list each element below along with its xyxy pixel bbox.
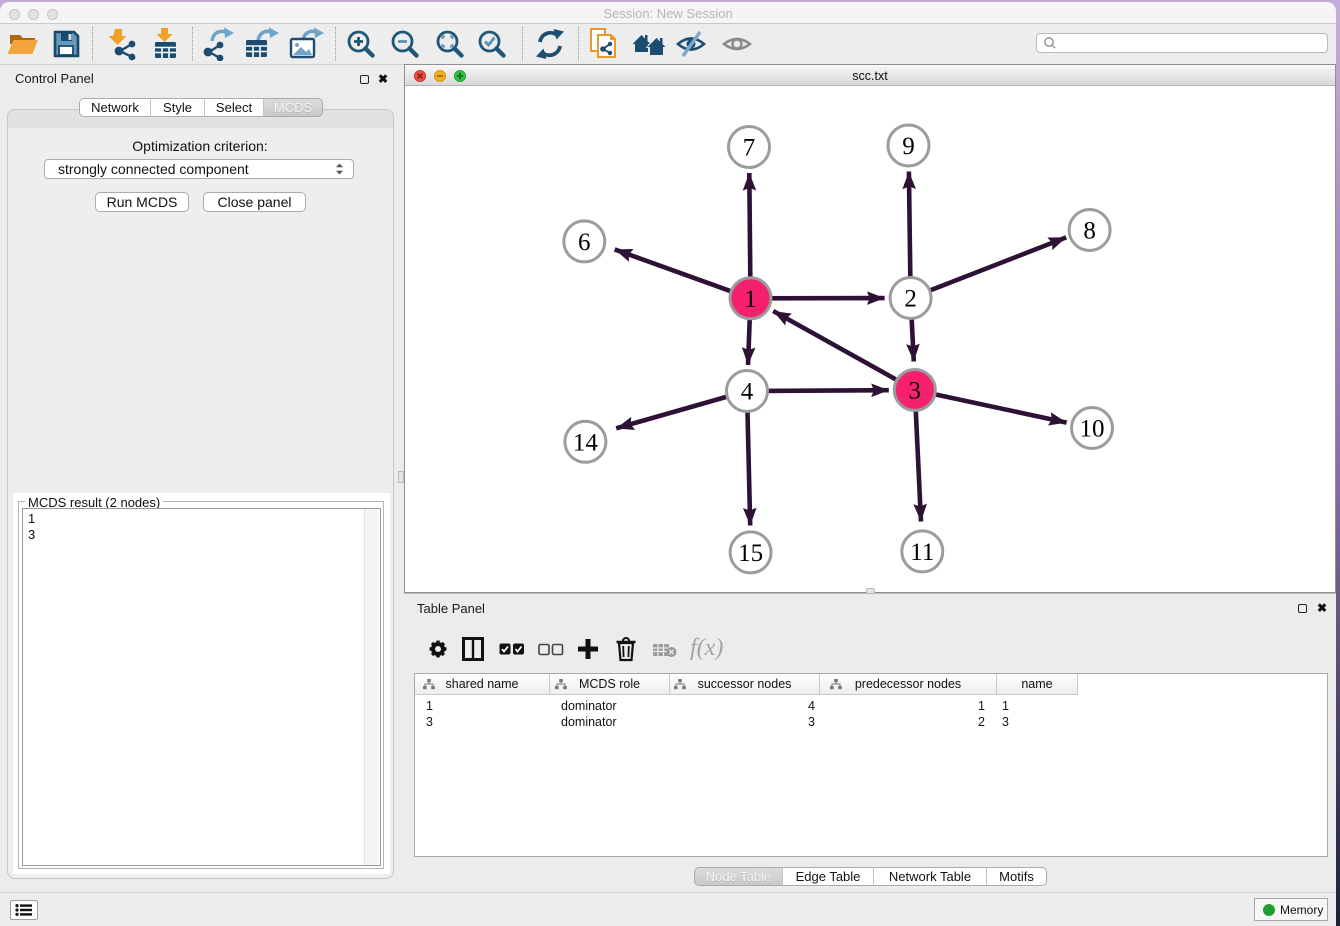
svg-text:8: 8 <box>1083 218 1096 245</box>
svg-text:2: 2 <box>904 286 917 313</box>
svg-text:4: 4 <box>741 379 754 406</box>
svg-text:15: 15 <box>738 540 763 567</box>
svg-text:14: 14 <box>573 429 599 456</box>
svg-text:9: 9 <box>902 133 915 160</box>
svg-text:3: 3 <box>909 378 922 405</box>
svg-text:10: 10 <box>1080 416 1105 443</box>
svg-text:11: 11 <box>910 539 934 566</box>
svg-text:7: 7 <box>743 135 756 162</box>
svg-text:6: 6 <box>578 229 591 256</box>
svg-text:1: 1 <box>744 286 757 313</box>
